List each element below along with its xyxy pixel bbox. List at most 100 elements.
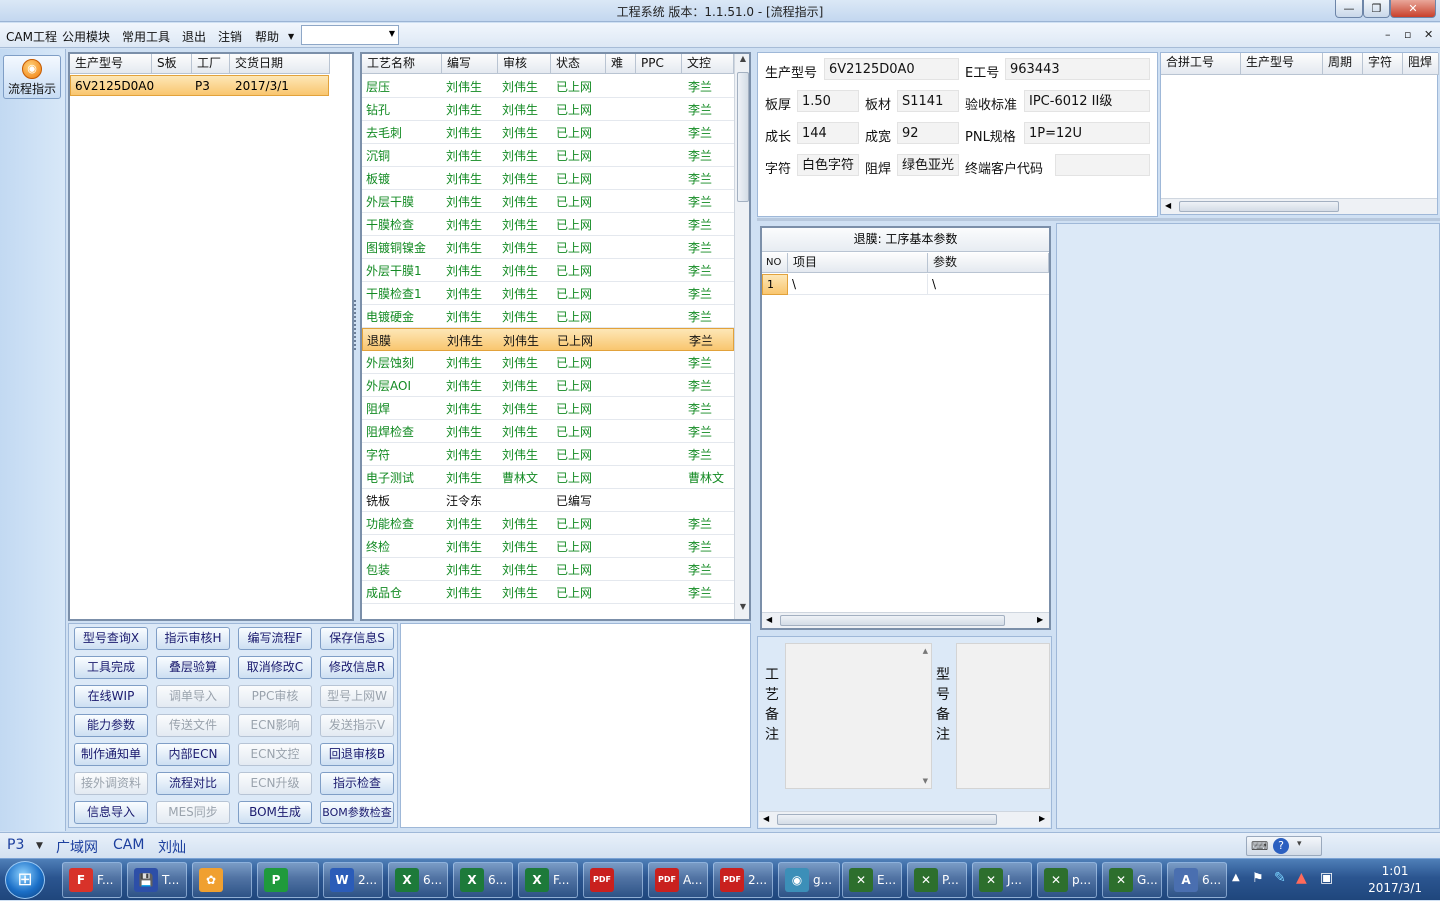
menu-tools[interactable]: 常用工具 [122,28,170,45]
menu-common-modules[interactable]: 公用模块 [62,28,110,45]
taskbar-item[interactable]: W 2... [323,862,383,898]
col-header-merge-no[interactable]: 合拼工号 [1161,53,1241,75]
function-button-11[interactable]: 型号上网W [320,685,394,708]
param-row-number[interactable]: 1 [762,274,788,295]
function-button-3[interactable]: 保存信息S [320,627,394,650]
table-row[interactable]: 铣板 汪令东 已编写 [362,489,734,512]
table-row[interactable]: 干膜检查1 刘伟生 刘伟生 已上网 李兰 [362,282,734,305]
function-button-20[interactable]: 接外调资料 [74,772,148,795]
splitter-handle[interactable] [354,300,358,350]
function-button-4[interactable]: 工具完成 [74,656,148,679]
table-row[interactable]: 外层干膜1 刘伟生 刘伟生 已上网 李兰 [362,259,734,282]
table-row[interactable]: 电子测试 刘伟生 曹林文 已上网 曹林文 [362,466,734,489]
function-button-0[interactable]: 型号查询X [74,627,148,650]
function-button-1[interactable]: 指示审核H [156,627,230,650]
scrollbar-thumb[interactable] [737,72,749,202]
taskbar-item[interactable]: X 6... [453,862,513,898]
col-header-cycle[interactable]: 周期 [1323,53,1363,75]
taskbar-item[interactable]: ◉ g... [778,862,840,898]
taskbar-item[interactable]: ✕ E... [842,862,902,898]
function-button-14[interactable]: ECN影响 [238,714,312,737]
table-row[interactable]: 成品仓 刘伟生 刘伟生 已上网 李兰 [362,581,734,604]
keyboard-icon[interactable]: ⌨ [1251,839,1268,853]
monitor-icon[interactable]: ▣ [1320,870,1333,886]
param-hscrollbar[interactable]: ◀ ▶ [762,612,1049,628]
col-header-parameter[interactable]: 参数 [928,253,1049,273]
table-row[interactable]: 退膜 刘伟生 刘伟生 已上网 李兰 [362,328,734,351]
col-header-status[interactable]: 状态 [551,54,606,74]
function-button-6[interactable]: 取消修改C [238,656,312,679]
function-button-13[interactable]: 传送文件 [156,714,230,737]
table-row[interactable]: 沉铜 刘伟生 刘伟生 已上网 李兰 [362,144,734,167]
chevron-down-icon[interactable]: ▾ [1297,839,1302,849]
col-header-factory[interactable]: 工厂 [192,54,230,74]
taskbar-item[interactable]: F F... [62,862,122,898]
param-cell-value[interactable]: \ [928,274,1049,295]
chevron-down-icon[interactable]: ▼ [36,841,43,851]
field-customer-code[interactable] [1055,154,1150,176]
field-thickness[interactable]: 1.50 [797,90,859,112]
table-row[interactable]: 阻焊检查 刘伟生 刘伟生 已上网 李兰 [362,420,734,443]
col-header-merge-model[interactable]: 生产型号 [1241,53,1323,75]
function-button-27[interactable]: BOM参数检查 [320,801,394,824]
table-row[interactable]: 层压 刘伟生 刘伟生 已上网 李兰 [362,75,734,98]
function-button-19[interactable]: 回退审核B [320,743,394,766]
feather-icon[interactable]: ✎ [1274,870,1286,886]
scroll-up-icon[interactable]: ▲ [923,647,928,655]
minimize-button[interactable]: — [1335,0,1363,18]
scroll-left-icon[interactable]: ◀ [1165,201,1171,210]
table-row[interactable]: 去毛刺 刘伟生 刘伟生 已上网 李兰 [362,121,734,144]
table-row[interactable]: 图镀铜镍金 刘伟生 刘伟生 已上网 李兰 [362,236,734,259]
scrollbar-thumb[interactable] [777,814,997,825]
taskbar-item[interactable]: P [257,862,319,898]
restore-button[interactable]: ❐ [1363,0,1390,18]
mdi-restore-button[interactable]: ▫ [1404,28,1411,41]
field-model[interactable]: 6V2125D0A0 [824,58,959,80]
table-row[interactable]: 包装 刘伟生 刘伟生 已上网 李兰 [362,558,734,581]
scroll-left-icon[interactable]: ◀ [766,615,772,624]
merge-grid-hscrollbar[interactable]: ◀ [1161,198,1437,214]
col-header-ppc[interactable]: PPC [636,54,682,74]
field-character[interactable]: 白色字符 [797,154,859,176]
process-grid-scrollbar[interactable]: ▲ ▼ [734,54,749,619]
close-button[interactable]: ✕ [1390,0,1436,18]
field-pnl[interactable]: 1P=12U [1024,122,1150,144]
function-button-21[interactable]: 流程对比 [156,772,230,795]
taskbar-item[interactable]: PDF 2... [713,862,773,898]
table-row[interactable]: 板镀 刘伟生 刘伟生 已上网 李兰 [362,167,734,190]
language-bar[interactable]: ⌨ ? ▾ [1246,836,1322,856]
function-button-22[interactable]: ECN升级 [238,772,312,795]
function-button-7[interactable]: 修改信息R [320,656,394,679]
function-button-23[interactable]: 指示检查 [320,772,394,795]
table-row[interactable]: 外层干膜 刘伟生 刘伟生 已上网 李兰 [362,190,734,213]
taskbar-item[interactable]: ✕ J... [972,862,1032,898]
taskbar-item[interactable]: ✕ G... [1102,862,1162,898]
network-warning-icon[interactable]: ⚑ [1252,871,1264,886]
table-row[interactable]: 字符 刘伟生 刘伟生 已上网 李兰 [362,443,734,466]
taskbar-item[interactable]: ✕ P... [907,862,967,898]
mdi-close-button[interactable]: ✕ [1424,28,1433,41]
table-row[interactable]: 钻孔 刘伟生 刘伟生 已上网 李兰 [362,98,734,121]
process-remark-textarea[interactable]: ▲ ▼ [785,643,932,789]
col-header-item[interactable]: 项目 [788,253,928,273]
function-button-10[interactable]: PPC审核 [238,685,312,708]
scroll-right-icon[interactable]: ▶ [1039,814,1045,823]
scroll-down-icon[interactable]: ▼ [736,602,750,617]
menu-cam[interactable]: CAM工程 [6,28,57,45]
scroll-down-icon[interactable]: ▼ [923,777,928,785]
col-header-model[interactable]: 生产型号 [70,54,152,74]
col-header-character[interactable]: 字符 [1363,53,1403,75]
function-button-25[interactable]: MES同步 [156,801,230,824]
clock[interactable]: 1:01 2017/3/1 [1368,863,1422,897]
col-header-solder-mask[interactable]: 阻焊 [1403,53,1439,75]
taskbar-item[interactable]: A 6... [1167,862,1227,898]
scroll-left-icon[interactable]: ◀ [763,814,769,823]
table-row[interactable]: 电镀硬金 刘伟生 刘伟生 已上网 李兰 [362,305,734,328]
menu-overflow-icon[interactable]: ▼ [288,32,294,41]
table-row[interactable]: 6V2125D0A0 P3 2017/3/1 [70,75,329,96]
taskbar-item[interactable]: 💾 T... [127,862,187,898]
col-header-delivery-date[interactable]: 交货日期 [230,54,330,74]
taskbar-item[interactable]: ✕ p... [1037,862,1097,898]
col-header-process-name[interactable]: 工艺名称 [362,54,442,74]
field-material[interactable]: S1141 [897,90,959,112]
